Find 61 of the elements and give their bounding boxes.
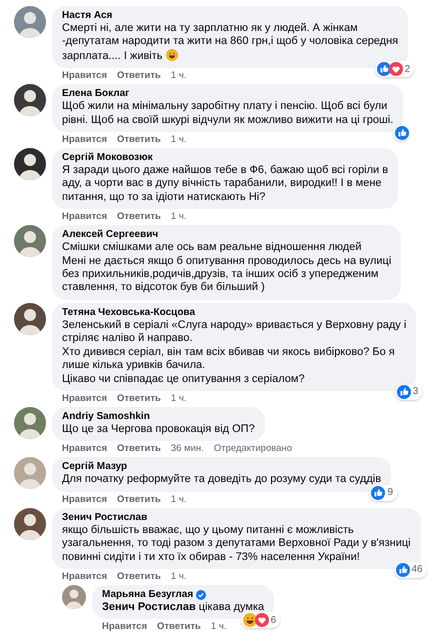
reaction-badge[interactable]: 9 xyxy=(369,484,398,501)
like-link[interactable]: Нравится xyxy=(62,443,107,454)
author-name[interactable]: Марьяна Безуглая xyxy=(102,588,194,601)
like-reaction-icon xyxy=(376,62,391,76)
like-reaction-icon xyxy=(396,562,410,577)
timestamp[interactable]: 1 ч. xyxy=(170,494,186,505)
laughing-reaction-icon xyxy=(242,613,257,628)
comment-text: Смерті ні, але жити на ту зарплатню як у людей. А жінкам -депутатам народити та жити на 860 грн,і щоб у чоловіка середня зарплата.... І живіть xyxy=(62,22,398,64)
author-name[interactable]: Елена Боклаг xyxy=(62,88,130,100)
like-link[interactable]: Нравится xyxy=(62,134,107,146)
reply-link[interactable]: Ответить xyxy=(116,570,161,582)
reply-link[interactable]: Ответить xyxy=(116,211,161,222)
author-name[interactable]: Настя Ася xyxy=(62,10,112,22)
comment-text: Я заради цього даже найшов тебе в Ф6, бажаю щоб всі горіли в аду, а чорти вас в дупу вічність тарабанили, виродки!! І в мене питання, що то за ідіоти натискають Ні? xyxy=(62,164,388,204)
timestamp[interactable]: 1 ч. xyxy=(170,570,186,582)
timestamp[interactable]: 1 ч. xyxy=(170,392,186,404)
avatar[interactable] xyxy=(14,84,46,116)
author-name[interactable]: Тетяна Чеховська-Косцова xyxy=(62,306,196,319)
timestamp[interactable]: 1 ч. xyxy=(170,211,186,222)
heart-reaction-icon xyxy=(388,62,403,76)
like-link[interactable]: Нравится xyxy=(62,392,107,404)
timestamp[interactable]: 1 ч. xyxy=(170,134,186,146)
edited-label: Отредактировано xyxy=(214,443,292,454)
comment-text: Смішки смішками але ось вам реальне відношення людей Мені не дається якщо б опитування проводилось десь на вулиці без прихильників,родичів,друзів, та інших осіб з упередженим ставлення, то відсоток був би більший ) xyxy=(62,241,392,295)
avatar[interactable] xyxy=(14,508,46,540)
reply-link[interactable]: Ответить xyxy=(116,443,161,454)
like-link[interactable]: Нравится xyxy=(102,621,147,632)
comment-text: Для початку реформуйте та доведіть до розуму суди та суддів xyxy=(62,473,382,487)
reply-link[interactable]: Ответить xyxy=(116,392,161,404)
author-name[interactable]: Сергій Моковозюк xyxy=(62,152,153,164)
like-reaction-icon xyxy=(396,384,411,399)
timestamp[interactable]: 1 ч. xyxy=(170,70,186,82)
comment-text: Щоб жили на мінімальну заробітну плату і пенсію. Щоб всі були рівні. Щоб на своїй шкурі відчули як можливо вижити на ці гроші. xyxy=(62,100,394,128)
heart-reaction-icon xyxy=(254,613,269,628)
like-link[interactable]: Нравится xyxy=(62,211,107,222)
reaction-badge[interactable]: 2 xyxy=(374,61,414,78)
comment-text: Що це за Чергова провокація від ОП? xyxy=(62,422,255,436)
reply-link[interactable]: Ответить xyxy=(116,70,161,82)
timestamp[interactable]: 36 мин. xyxy=(170,443,204,454)
reaction-badge[interactable]: 6 xyxy=(240,612,280,628)
reply-link[interactable]: Ответить xyxy=(156,621,201,632)
comment-text: Зеленський в серіалі «Слуга народу» вривається у Верховну раду і стріляє наліво й направо. Хто дивився серіал, він там всіх вбивав чи якось вибірково? Бо я лише кілька уривків бачила. Цікаво чи співпадає це опитування з серіалом? xyxy=(62,318,406,386)
like-reaction-icon xyxy=(371,486,386,500)
reaction-badge[interactable]: 46 xyxy=(394,562,427,578)
reaction-badge[interactable]: 3 xyxy=(394,384,422,400)
avatar[interactable] xyxy=(14,148,46,180)
author-name[interactable]: Зенич Ростислав xyxy=(62,512,148,524)
reaction-badge[interactable] xyxy=(393,125,410,142)
reply-link[interactable]: Ответить xyxy=(116,134,161,146)
author-name[interactable]: Andriy Samoshkin xyxy=(62,410,150,423)
comment-text: Зенич Ростислав цікава думка xyxy=(102,600,264,614)
like-link[interactable]: Нравится xyxy=(62,70,107,82)
comment-text: якщо більшість вважає, що у цьому питанні є можливість узагальнення, то тоді разом з депутатами Верховної Ради у в'язниці повинні сидіти і ти хто їх обирав - 73% населення України! xyxy=(62,524,411,564)
author-name[interactable]: Сергій Мазур xyxy=(62,461,128,474)
author-name[interactable]: Алексей Сергеевич xyxy=(62,229,158,242)
timestamp[interactable]: 1 ч. xyxy=(210,621,226,632)
avatar[interactable] xyxy=(14,302,46,335)
like-link[interactable]: Нравится xyxy=(62,494,107,505)
like-link[interactable]: Нравится xyxy=(62,570,107,582)
like-reaction-icon xyxy=(395,126,410,140)
reply-link[interactable]: Ответить xyxy=(116,494,161,505)
